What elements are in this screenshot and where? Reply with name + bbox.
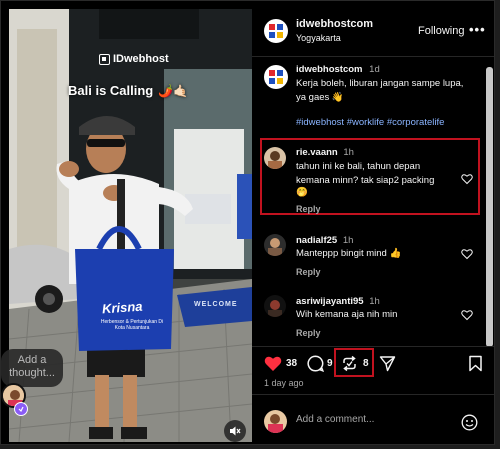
repost-icon[interactable]	[341, 355, 358, 372]
comment-username[interactable]: nadialf25	[296, 235, 337, 246]
avatar-image	[264, 234, 286, 256]
comment-time: 1h	[342, 235, 354, 246]
comment-emoji: 🤭	[296, 187, 308, 198]
floor-mat-text: WELCOME	[194, 301, 238, 308]
comment-username[interactable]: asriwijayanti95	[296, 296, 364, 307]
speaker-muted-icon	[230, 426, 241, 436]
author-avatar[interactable]	[264, 19, 288, 43]
overlay-emoji: 🌶️🤙🏻	[158, 83, 189, 98]
caption-text-line-1: Kerja boleh, liburan jangan sampe lupa,	[296, 78, 464, 89]
caption-author-avatar[interactable]	[264, 65, 288, 89]
avatar-image	[264, 295, 286, 317]
add-comment-row: Add a comment...	[252, 394, 494, 444]
post-header: idwebhostcom Yogyakarta Following •••	[252, 1, 494, 57]
post-location[interactable]: Yogyakarta	[296, 33, 341, 43]
comment-3-header: asriwijayanti95 1h	[296, 295, 380, 309]
caption-time: 1d	[369, 64, 380, 75]
add-thought-bubble[interactable]: Add a thought...	[1, 349, 63, 387]
idwebhost-logo-icon	[269, 24, 283, 38]
comment-text-line: Wih kemana aja nih min	[296, 309, 398, 320]
caption-header: idwebhostcom 1d	[296, 63, 380, 77]
like-heart-icon[interactable]	[264, 355, 282, 372]
like-comment-heart-icon[interactable]	[461, 173, 473, 185]
following-button[interactable]: Following	[418, 25, 464, 37]
like-comment-heart-icon[interactable]	[461, 248, 473, 260]
bag-subtext: Herbensor & Pertunjukan Di Kota Nusantar…	[100, 319, 164, 331]
comment-text-line: tahun ini ke bali, tahun depan	[296, 161, 421, 172]
caption-text-line-2: ya gaes 👋	[296, 92, 344, 103]
overlay-text: Bali is Calling	[68, 83, 154, 98]
comment-bubble-icon[interactable]	[307, 355, 324, 372]
comment-time: 1h	[369, 296, 380, 307]
mute-button[interactable]	[224, 420, 246, 442]
avatar-image	[264, 410, 287, 433]
comment-2-header: nadialf25 1h	[296, 234, 353, 248]
brand-watermark: IDwebhost	[99, 53, 169, 65]
watermark-text: IDwebhost	[113, 53, 169, 65]
comment-time: 1h	[343, 147, 354, 158]
viewer-avatar	[264, 410, 287, 433]
comment-text-line: Manteppp bingit mind 👍	[296, 248, 402, 259]
watermark-logo-icon	[99, 53, 110, 65]
repost-count[interactable]: 8	[363, 358, 369, 369]
post-time-ago: 1 day ago	[264, 378, 304, 388]
post-side-panel: idwebhostcom Yogyakarta Following ••• id…	[252, 1, 494, 444]
comment-count[interactable]: 9	[327, 358, 333, 369]
share-send-icon[interactable]	[379, 355, 396, 372]
bag-brand-text: Krisna	[101, 298, 143, 317]
reply-button[interactable]: Reply	[296, 267, 321, 277]
like-count[interactable]: 38	[286, 358, 297, 369]
emoji-picker-icon[interactable]	[461, 414, 478, 431]
like-comment-heart-icon[interactable]	[461, 309, 473, 321]
caption-username[interactable]: idwebhostcom	[296, 64, 363, 75]
thought-badge-icon	[14, 402, 28, 416]
idwebhost-logo-icon	[269, 70, 283, 84]
post-modal: IDwebhost Bali is Calling 🌶️🤙🏻 Krisna He…	[0, 0, 495, 445]
comment-avatar[interactable]	[264, 295, 286, 317]
save-bookmark-icon[interactable]	[468, 355, 483, 372]
avatar-image	[264, 147, 286, 169]
more-options-icon[interactable]: •••	[469, 22, 486, 37]
comment-avatar[interactable]	[264, 234, 286, 256]
comment-1-header: rie.vaann 1h	[296, 146, 354, 160]
comment-text-line: kemana minn? tak siap2 packing	[296, 175, 435, 186]
photo-overlay-caption: Bali is Calling 🌶️🤙🏻	[68, 83, 188, 98]
author-username[interactable]: idwebhostcom	[296, 18, 373, 30]
comment-username[interactable]: rie.vaann	[296, 147, 338, 158]
comment-avatar[interactable]	[264, 147, 286, 169]
reply-button[interactable]: Reply	[296, 328, 321, 338]
reply-button[interactable]: Reply	[296, 204, 321, 214]
comments-scrollbar[interactable]	[486, 67, 493, 347]
caption-hashtags[interactable]: #idwebhost #worklife #corporatelife	[296, 116, 444, 130]
add-comment-input[interactable]: Add a comment...	[296, 414, 446, 425]
